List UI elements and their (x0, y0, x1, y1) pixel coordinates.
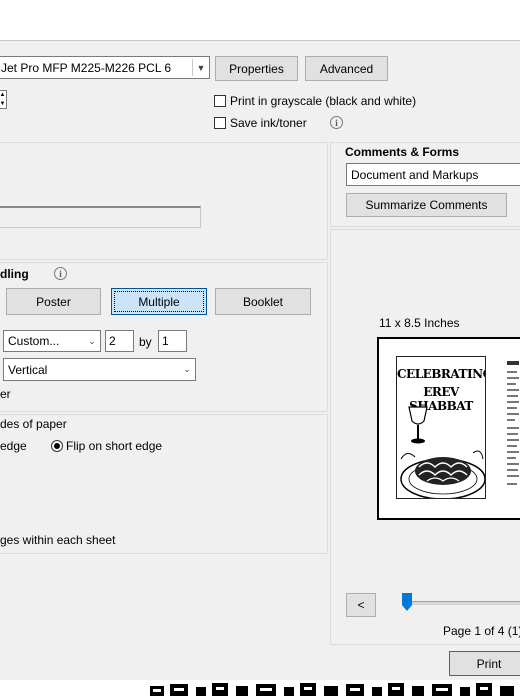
comments-forms-heading: Comments & Forms (345, 145, 460, 159)
background-document-strip (0, 680, 520, 699)
pages-range-field[interactable] (0, 206, 201, 228)
pages-panel (0, 142, 328, 260)
preview-page-image: CELEBRATING EREV SHABBAT (396, 356, 486, 499)
columns-input[interactable]: 2 (105, 330, 134, 352)
pages-per-sheet-value: Custom... (8, 334, 60, 348)
page-info-label: Page 1 of 4 (1) (443, 624, 520, 638)
chevron-down-icon: ▼ (196, 62, 206, 73)
page-order-select[interactable]: Vertical ⌄ (3, 358, 196, 381)
print-button[interactable]: Print (449, 651, 520, 676)
preview-size-label: 11 x 8.5 Inches (379, 316, 460, 330)
dialog-title-bar (0, 0, 520, 41)
columns-value: 2 (109, 334, 116, 348)
properties-button[interactable]: Properties (215, 56, 298, 81)
grayscale-label: Print in grayscale (black and white) (230, 94, 417, 108)
copies-spinner[interactable]: ▲ ▼ (0, 90, 7, 109)
pages-within-sheet-label: ges within each sheet (0, 533, 116, 547)
comments-forms-select[interactable]: Document and Markups (346, 163, 520, 186)
flip-short-edge-radio[interactable] (51, 440, 63, 452)
advanced-button[interactable]: Advanced (305, 56, 388, 81)
challah-illustration-icon (400, 406, 485, 498)
multiple-button[interactable]: Multiple (111, 288, 207, 315)
preview-sheet: CELEBRATING EREV SHABBAT (377, 337, 520, 520)
booklet-button[interactable]: Booklet (215, 288, 311, 315)
info-icon[interactable]: i (330, 116, 343, 129)
both-sides-label: des of paper (0, 417, 67, 431)
rows-value: 1 (162, 334, 169, 348)
previous-page-button[interactable]: < (346, 593, 376, 617)
page-order-value: Vertical (8, 362, 48, 377)
poster-button[interactable]: Poster (6, 288, 101, 315)
summarize-comments-button[interactable]: Summarize Comments (346, 193, 507, 217)
booklet-label: Booklet (242, 294, 284, 309)
save-ink-label: Save ink/toner (230, 116, 307, 130)
page-slider-thumb[interactable] (402, 593, 412, 611)
by-label: by (139, 335, 152, 349)
preview-page-2 (507, 361, 520, 501)
printer-select-value: Jet Pro MFP M225-M226 PCL 6 (1, 60, 172, 75)
chevron-down-icon: ⌄ (88, 335, 96, 346)
flip-short-edge-label: Flip on short edge (66, 439, 163, 453)
comments-forms-value: Document and Markups (351, 167, 479, 182)
pages-per-sheet-select[interactable]: Custom... ⌄ (3, 330, 101, 352)
save-ink-checkbox[interactable] (214, 117, 226, 129)
page-handling-heading: dling (0, 267, 29, 281)
flip-long-edge-label: edge (0, 439, 27, 453)
page-slider-track[interactable] (404, 601, 520, 605)
chevron-down-icon: ⌄ (183, 364, 191, 374)
spinner-up-icon[interactable]: ▲ (0, 91, 6, 99)
spinner-down-icon[interactable]: ▼ (0, 100, 6, 108)
printer-select[interactable]: Jet Pro MFP M225-M226 PCL 6 ▼ (0, 56, 210, 79)
grayscale-checkbox[interactable] (214, 95, 226, 107)
flyer-title-line1: CELEBRATING (397, 367, 486, 381)
poster-label: Poster (36, 294, 71, 309)
print-page-border-label: er (0, 387, 11, 401)
info-icon[interactable]: i (54, 267, 67, 280)
rows-input[interactable]: 1 (158, 330, 187, 352)
